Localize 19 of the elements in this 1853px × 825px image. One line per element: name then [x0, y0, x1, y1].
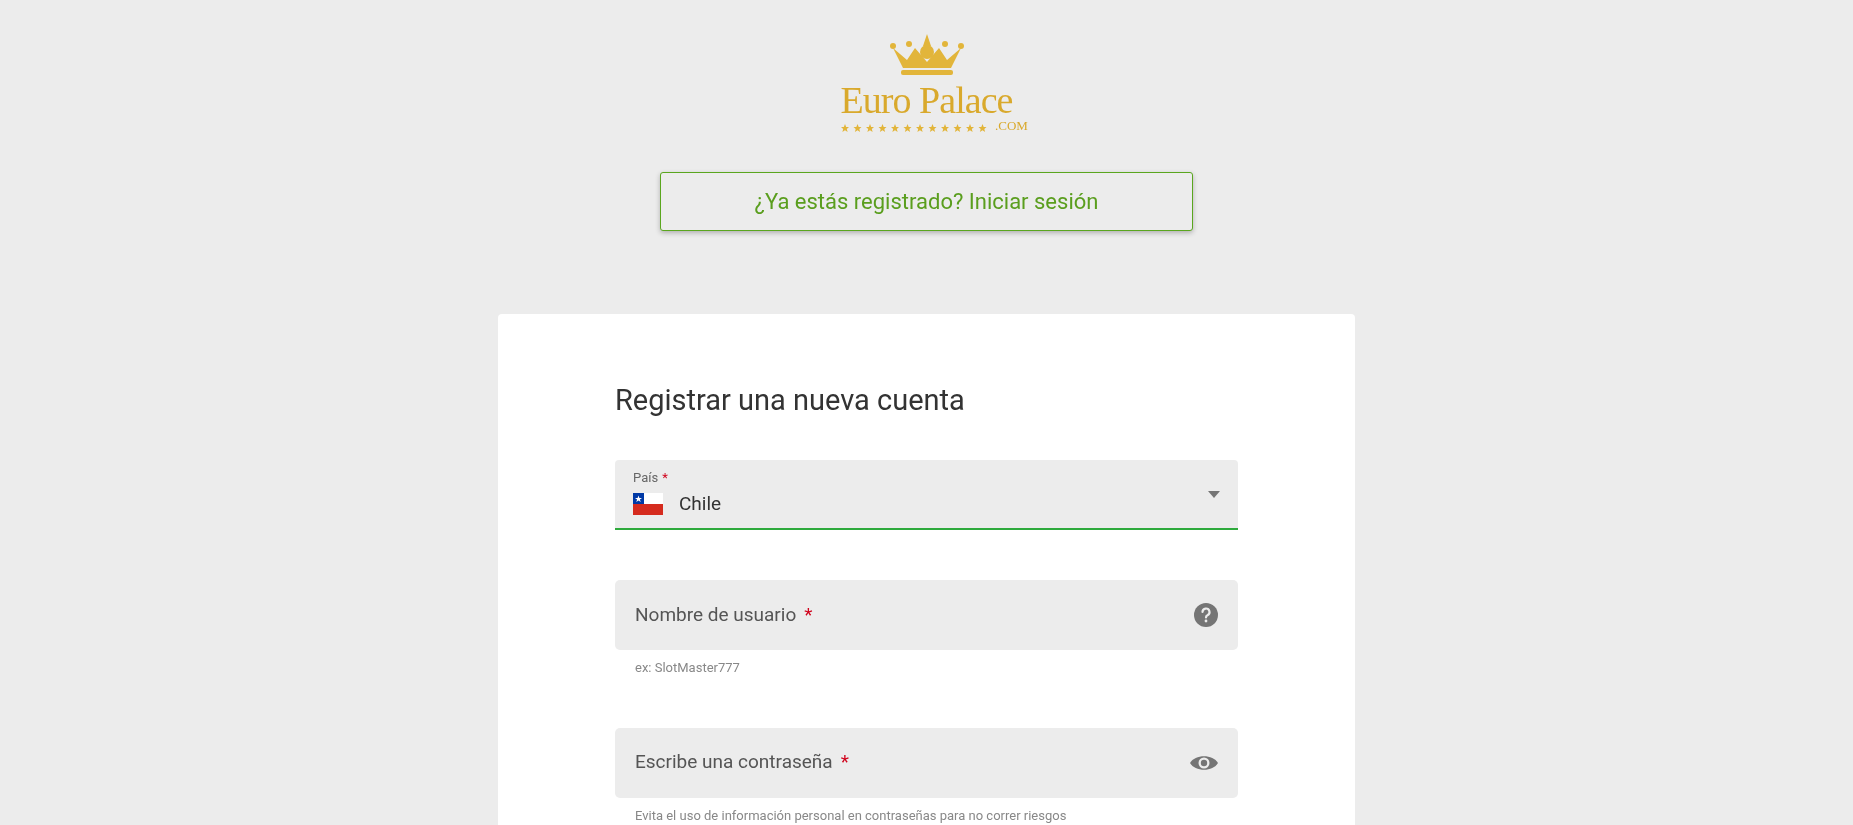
field-label: País: [633, 469, 659, 486]
required-mark: *: [840, 749, 849, 776]
country-select[interactable]: País * Chile: [615, 460, 1238, 530]
help-icon[interactable]: [1194, 603, 1218, 627]
field-label: Nombre de usuario: [635, 601, 797, 628]
logo-name: Euro Palace: [840, 80, 1013, 120]
helper-text: ex: SlotMaster777: [634, 659, 741, 677]
required-mark: *: [804, 601, 813, 628]
field-label: Escribe una contraseña: [635, 749, 833, 776]
flag-icon: [633, 493, 663, 515]
dropdown-caret-icon[interactable]: [1208, 490, 1220, 498]
eye-icon[interactable]: [1190, 753, 1218, 772]
password-field[interactable]: Escribe una contraseña *: [615, 727, 1238, 798]
helper-text: Evita el uso de información personal en contraseñas para no correr riesgos: [634, 806, 1068, 825]
username-field[interactable]: Nombre de usuario *: [615, 580, 1238, 650]
select-value: Chile: [679, 490, 722, 517]
logo-domain: .COM: [995, 120, 1028, 132]
form-title: Registrar una nueva cuenta: [615, 382, 966, 418]
required-mark: *: [662, 469, 668, 486]
